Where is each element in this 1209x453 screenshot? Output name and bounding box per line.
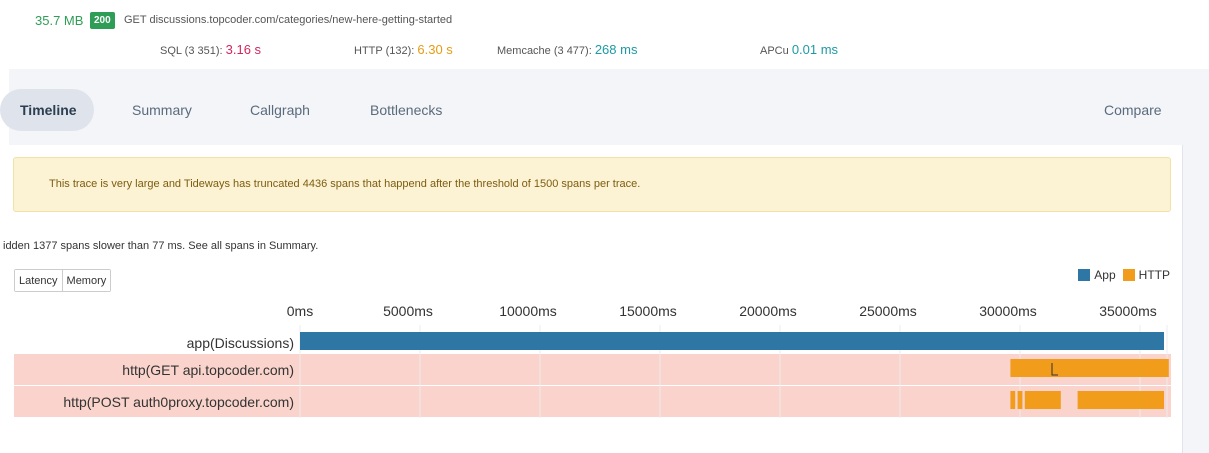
tick-label: 5000ms bbox=[383, 303, 433, 319]
row-label: http(POST auth0proxy.topcoder.com) bbox=[63, 394, 294, 410]
chart-legend: App HTTP bbox=[1071, 268, 1170, 282]
request-url: GET discussions.topcoder.com/categories/… bbox=[124, 14, 453, 26]
memcache-stat: Memcache (3 477): 268 ms bbox=[497, 42, 637, 57]
legend-item-app: App bbox=[1078, 268, 1116, 282]
status-badge: 200 bbox=[90, 12, 115, 29]
tick-label: 0ms bbox=[287, 303, 313, 319]
memory-button[interactable]: Memory bbox=[61, 270, 111, 291]
tick-label: 25000ms bbox=[859, 303, 917, 319]
legend-item-http: HTTP bbox=[1122, 268, 1170, 282]
tick-label: 10000ms bbox=[499, 303, 557, 319]
memcache-value: 268 ms bbox=[594, 42, 638, 57]
tab-callgraph[interactable]: Callgraph bbox=[250, 89, 310, 131]
metric-toggle: Latency Memory bbox=[14, 269, 112, 292]
hidden-spans-note: idden 1377 spans slower than 77 ms. See … bbox=[3, 240, 319, 252]
span-bar bbox=[1010, 391, 1016, 409]
tab-bottlenecks[interactable]: Bottlenecks bbox=[370, 89, 442, 131]
tab-timeline[interactable]: Timeline bbox=[0, 89, 94, 131]
tick-label: 35000ms bbox=[1099, 303, 1157, 319]
tick-label: 20000ms bbox=[739, 303, 797, 319]
row-label: http(GET api.topcoder.com) bbox=[122, 362, 294, 378]
legend-label-app: App bbox=[1094, 268, 1116, 282]
apcu-label: APCu bbox=[760, 45, 789, 57]
legend-label-http: HTTP bbox=[1138, 268, 1170, 282]
tab-summary[interactable]: Summary bbox=[132, 89, 192, 131]
tab-compare[interactable]: Compare bbox=[1104, 89, 1162, 131]
legend-swatch-app bbox=[1078, 269, 1091, 281]
sql-label: SQL (3 351): bbox=[160, 45, 223, 57]
http-stat: HTTP (132): 6.30 s bbox=[354, 42, 453, 57]
legend-swatch-http bbox=[1122, 269, 1135, 281]
latency-button[interactable]: Latency bbox=[15, 270, 62, 291]
apcu-value: 0.01 ms bbox=[791, 42, 839, 57]
apcu-stat: APCu 0.01 ms bbox=[760, 42, 838, 57]
tick-label: 15000ms bbox=[619, 303, 677, 319]
memcache-label: Memcache (3 477): bbox=[497, 45, 592, 57]
row-label: app(Discussions) bbox=[187, 335, 294, 351]
alert-text: This trace is very large and Tideways ha… bbox=[49, 178, 641, 190]
sql-stat: SQL (3 351): 3.16 s bbox=[160, 42, 261, 57]
tick-label: 30000ms bbox=[979, 303, 1037, 319]
span-bar bbox=[1024, 391, 1061, 409]
span-bar bbox=[1010, 359, 1169, 377]
span-bar bbox=[1017, 391, 1023, 409]
span-bar bbox=[1077, 391, 1164, 409]
http-label: HTTP (132): bbox=[354, 45, 415, 57]
memory-usage: 35.7 MB bbox=[35, 13, 84, 28]
sql-value: 3.16 s bbox=[225, 42, 262, 57]
span-bar bbox=[300, 332, 1164, 350]
timeline-chart: 0ms 5000ms 10000ms 15000ms 20000ms 25000ms 300… bbox=[14, 303, 1171, 418]
http-value: 6.30 s bbox=[417, 42, 453, 57]
truncation-alert: This trace is very large and Tideways ha… bbox=[13, 157, 1171, 212]
